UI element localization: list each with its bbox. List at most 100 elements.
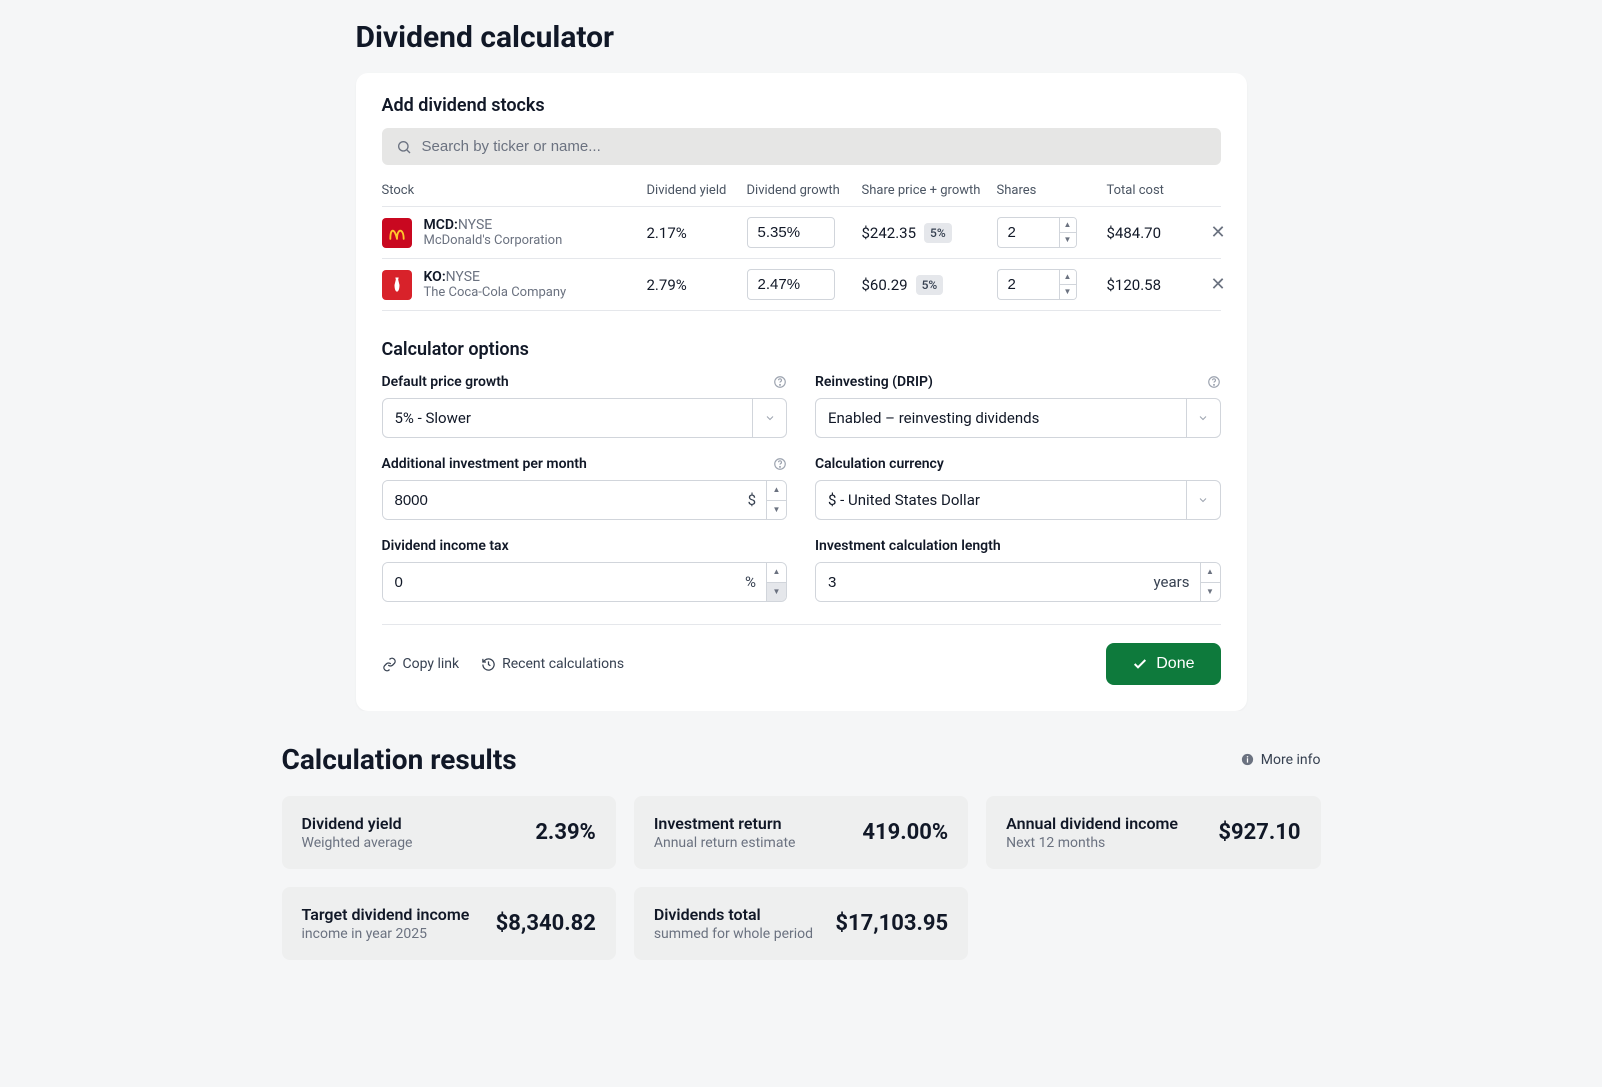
stat-value: $8,340.82 bbox=[496, 911, 596, 936]
chevron-down-icon bbox=[1186, 481, 1220, 519]
stocks-table: Stock Dividend yield Dividend growth Sha… bbox=[382, 175, 1221, 311]
history-icon bbox=[481, 657, 496, 672]
stat-value: $927.10 bbox=[1218, 820, 1300, 845]
link-icon bbox=[382, 657, 397, 672]
col-total-cost: Total cost bbox=[1107, 183, 1207, 198]
dividend-yield-value: 2.79% bbox=[647, 276, 747, 294]
calc-currency-label: Calculation currency bbox=[815, 456, 944, 472]
stock-logo-icon bbox=[382, 218, 412, 248]
calculator-card: Add dividend stocks Stock Dividend yield… bbox=[356, 73, 1247, 711]
additional-investment-input[interactable] bbox=[383, 481, 738, 519]
col-dividend-yield: Dividend yield bbox=[647, 183, 747, 198]
step-up-button[interactable]: ▲ bbox=[1201, 563, 1220, 583]
check-icon bbox=[1132, 656, 1148, 672]
stat-sub: summed for whole period bbox=[654, 926, 813, 942]
stat-card-annual-dividend-income: Annual dividend income Next 12 months $9… bbox=[986, 796, 1320, 869]
dividend-tax-input[interactable] bbox=[383, 563, 736, 601]
select-value: $ - United States Dollar bbox=[816, 481, 1186, 519]
stock-ticker: KO: bbox=[424, 269, 446, 285]
reinvesting-label: Reinvesting (DRIP) bbox=[815, 374, 933, 390]
remove-row-button[interactable]: ✕ bbox=[1207, 270, 1230, 299]
shares-input[interactable] bbox=[997, 269, 1059, 300]
col-shares: Shares bbox=[997, 183, 1107, 198]
reinvesting-select[interactable]: Enabled – reinvesting dividends bbox=[815, 398, 1221, 438]
dividend-growth-input[interactable] bbox=[747, 269, 835, 300]
chevron-down-icon bbox=[752, 399, 786, 437]
calculator-options-heading: Calculator options bbox=[382, 339, 1221, 360]
stat-title: Investment return bbox=[654, 814, 796, 833]
shares-up-button[interactable]: ▲ bbox=[1060, 218, 1076, 233]
help-icon[interactable] bbox=[773, 457, 787, 471]
shares-stepper[interactable]: ▲ ▼ bbox=[1059, 217, 1077, 248]
stock-company-name: McDonald's Corporation bbox=[424, 233, 563, 248]
step-down-button[interactable]: ▼ bbox=[767, 501, 786, 520]
dividend-tax-label: Dividend income tax bbox=[382, 538, 509, 554]
search-input[interactable] bbox=[422, 138, 1207, 155]
growth-badge: 5% bbox=[916, 275, 944, 295]
dividend-tax-stepper[interactable]: ▲ ▼ bbox=[766, 563, 786, 601]
calc-length-stepper[interactable]: ▲ ▼ bbox=[1200, 563, 1220, 601]
calc-length-input-wrap: years ▲ ▼ bbox=[815, 562, 1221, 602]
calc-length-label: Investment calculation length bbox=[815, 538, 1001, 554]
done-label: Done bbox=[1156, 655, 1194, 673]
col-dividend-growth: Dividend growth bbox=[747, 183, 862, 198]
step-up-button[interactable]: ▲ bbox=[767, 563, 786, 583]
stat-sub: Weighted average bbox=[302, 835, 413, 851]
more-info-link[interactable]: More info bbox=[1240, 752, 1321, 768]
stock-exchange: NYSE bbox=[446, 269, 480, 285]
info-icon bbox=[1240, 752, 1255, 767]
growth-badge: 5% bbox=[924, 223, 952, 243]
help-icon[interactable] bbox=[1207, 375, 1221, 389]
stat-title: Dividend yield bbox=[302, 814, 413, 833]
recent-calcs-button[interactable]: Recent calculations bbox=[481, 656, 624, 672]
done-button[interactable]: Done bbox=[1106, 643, 1220, 685]
unit-label: years bbox=[1144, 563, 1200, 601]
step-up-button[interactable]: ▲ bbox=[767, 481, 786, 501]
unit-label: % bbox=[735, 563, 766, 601]
stat-card-target-dividend-income: Target dividend income income in year 20… bbox=[282, 887, 616, 960]
shares-input[interactable] bbox=[997, 217, 1059, 248]
total-cost-value: $484.70 bbox=[1107, 224, 1207, 242]
shares-up-button[interactable]: ▲ bbox=[1060, 270, 1076, 285]
search-bar[interactable] bbox=[382, 128, 1221, 165]
shares-stepper[interactable]: ▲ ▼ bbox=[1059, 269, 1077, 300]
remove-row-button[interactable]: ✕ bbox=[1207, 218, 1230, 247]
help-icon[interactable] bbox=[773, 375, 787, 389]
more-info-label: More info bbox=[1261, 752, 1321, 768]
unit-label: $ bbox=[738, 481, 766, 519]
stat-sub: Annual return estimate bbox=[654, 835, 796, 851]
results-title: Calculation results bbox=[282, 743, 517, 776]
copy-link-label: Copy link bbox=[403, 656, 460, 672]
total-cost-value: $120.58 bbox=[1107, 276, 1207, 294]
additional-investment-stepper[interactable]: ▲ ▼ bbox=[766, 481, 786, 519]
copy-link-button[interactable]: Copy link bbox=[382, 656, 460, 672]
select-value: Enabled – reinvesting dividends bbox=[816, 399, 1186, 437]
step-down-button[interactable]: ▼ bbox=[1201, 583, 1220, 602]
share-price-value: $60.29 bbox=[862, 276, 908, 294]
step-down-button[interactable]: ▼ bbox=[767, 583, 786, 602]
page-title: Dividend calculator bbox=[356, 0, 1247, 73]
stock-company-name: The Coca-Cola Company bbox=[424, 285, 567, 300]
col-stock: Stock bbox=[382, 183, 647, 198]
chevron-down-icon bbox=[1186, 399, 1220, 437]
stat-value: 419.00% bbox=[862, 820, 948, 845]
table-header: Stock Dividend yield Dividend growth Sha… bbox=[382, 175, 1221, 206]
col-share-price: Share price + growth bbox=[862, 183, 997, 198]
calc-length-input[interactable] bbox=[816, 563, 1144, 601]
search-icon bbox=[396, 139, 412, 155]
stock-logo-icon bbox=[382, 270, 412, 300]
stat-title: Dividends total bbox=[654, 905, 813, 924]
shares-down-button[interactable]: ▼ bbox=[1060, 233, 1076, 247]
stat-value: $17,103.95 bbox=[835, 911, 948, 936]
stat-card-dividend-yield: Dividend yield Weighted average 2.39% bbox=[282, 796, 616, 869]
stat-title: Annual dividend income bbox=[1006, 814, 1178, 833]
table-row: KO:NYSE The Coca-Cola Company 2.79% $60.… bbox=[382, 258, 1221, 311]
stat-card-investment-return: Investment return Annual return estimate… bbox=[634, 796, 968, 869]
default-price-growth-select[interactable]: 5% - Slower bbox=[382, 398, 788, 438]
default-price-growth-label: Default price growth bbox=[382, 374, 509, 390]
table-row: MCD:NYSE McDonald's Corporation 2.17% $2… bbox=[382, 206, 1221, 258]
dividend-growth-input[interactable] bbox=[747, 217, 835, 248]
calc-currency-select[interactable]: $ - United States Dollar bbox=[815, 480, 1221, 520]
shares-down-button[interactable]: ▼ bbox=[1060, 285, 1076, 299]
recent-calcs-label: Recent calculations bbox=[502, 656, 624, 672]
